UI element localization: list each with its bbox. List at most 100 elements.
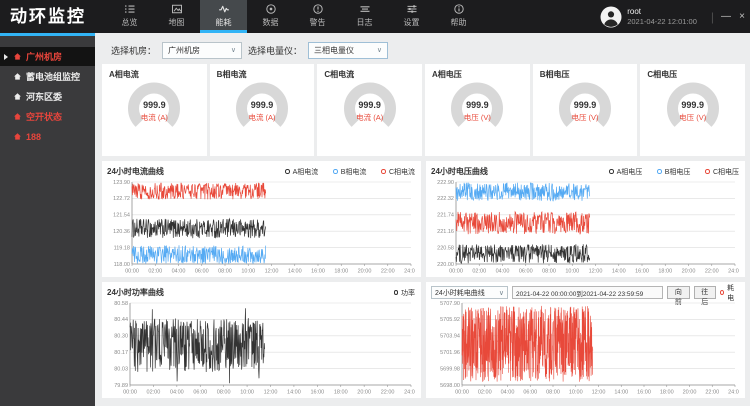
main-content: 选择机房： 广州机房 ∨ 选择电量仪： 三相电量仪 ∨ A相电流999.9电流 … [95,33,750,406]
svg-text:20:00: 20:00 [358,269,372,275]
chart-header: 24小时电流曲线 A相电流 B相电流 C相电流 [107,164,415,179]
gauge-card-4: B相电压999.9电压 (V) [533,64,638,156]
legend-label: A相电流 [293,167,319,177]
nav-tab-energy[interactable]: 能耗 [200,0,247,33]
sidebar-item-room-188[interactable]: 188 [0,127,95,146]
svg-text:118.00: 118.00 [114,262,130,268]
svg-text:24:00: 24:00 [404,390,415,396]
gauge-card-3: A相电压999.9电压 (V) [425,64,530,156]
chart-grid: 24小时电流曲线 A相电流B相电流C相电流 123.90122.72121.54… [102,161,745,398]
user-avatar-icon [600,6,622,28]
date-range-input[interactable] [512,286,663,299]
nav-tab-data[interactable]: 数据 [247,0,294,33]
svg-text:10:00: 10:00 [569,390,583,396]
legend-item[interactable]: B相电压 [657,167,690,177]
svg-text:12:00: 12:00 [265,269,279,275]
gauge-title: A相电流 [109,69,200,80]
legend-ring-icon [657,169,662,174]
gauge-unit: 电流 (A) [232,112,292,123]
svg-text:24:00: 24:00 [404,269,415,275]
legend-item[interactable]: A相电流 [285,167,318,177]
range-prev-button[interactable]: 向前 [667,286,689,299]
svg-text:24:00: 24:00 [728,390,739,396]
svg-text:119.18: 119.18 [114,245,130,251]
svg-text:220.00: 220.00 [437,262,454,268]
meter-select-value: 三相电量仪 [314,45,354,56]
legend-item[interactable]: C相电压 [705,167,739,177]
svg-text:220.58: 220.58 [437,245,454,251]
home-icon [13,92,22,101]
chart-plot: 5707.905705.925703.945701.965699.985698.… [431,300,739,396]
home-icon [13,52,22,61]
chevron-down-icon: ∨ [499,289,504,297]
svg-text:06:00: 06:00 [519,269,533,275]
nav-tab-label: 地图 [169,17,185,28]
user-info[interactable]: root 2021-04-22 12:01:00 [600,0,697,33]
sidebar-item-air-switch-status[interactable]: 空开状态 [0,107,95,126]
svg-text:16:00: 16:00 [310,390,324,396]
minimize-button[interactable]: — [718,0,734,33]
svg-text:08:00: 08:00 [218,269,232,275]
nav-tab-overview[interactable]: 总览 [106,0,153,33]
legend-ring-icon [720,290,724,295]
power-24h-chart-panel: 24小时功率曲线 功率 80.5880.4480.3080.1780.0379.… [102,282,421,398]
consumption-24h-chart-panel: 24小时耗电曲线 ∨ 向前 往后 耗电 5707.905705.925703.9… [426,282,745,398]
nav-tab-label: 总览 [122,17,138,28]
legend-item[interactable]: A相电压 [609,167,642,177]
top-bar: 动环监控 总览地图能耗数据警告日志设置帮助 root 2021-04-22 12… [0,0,750,33]
chart-plot: 80.5880.4480.3080.1780.0379.8900:0002:00… [107,300,415,396]
gauge-row: A相电流999.9电流 (A)B相电流999.9电流 (A)C相电流999.9电… [102,64,745,156]
top-nav: 总览 地图 能耗 数据警告日志设置 帮助 [106,0,482,33]
sidebar-item-label: 广州机房 [26,50,62,63]
room-select[interactable]: 广州机房 ∨ [162,42,242,59]
alert-icon [312,3,324,15]
chart-svg: 123.90122.72121.54120.36119.18118.0000:0… [107,179,415,275]
legend-label: B相电压 [665,167,691,177]
svg-text:00:00: 00:00 [455,390,469,396]
gauge-title: B相电流 [217,69,308,80]
sidebar-item-guangzhou-room[interactable]: 广州机房 [0,47,95,66]
range-next-button[interactable]: 往后 [694,286,716,299]
chart-legend: A相电流 B相电流 C相电流 [285,167,415,177]
gauge-unit: 电压 (V) [555,112,615,123]
svg-text:12:00: 12:00 [264,390,278,396]
consumption-curve-select[interactable]: 24小时耗电曲线 ∨ [431,286,508,299]
svg-text:06:00: 06:00 [193,390,207,396]
gauge-title: A相电压 [432,69,523,80]
gauge: 999.9电流 (A) [124,81,184,137]
legend-item[interactable]: C相电流 [381,167,415,177]
chart-legend: 功率 [394,288,416,298]
nav-tab-map[interactable]: 地图 [153,0,200,33]
chart-svg: 80.5880.4480.3080.1780.0379.8900:0002:00… [107,300,415,396]
nav-tab-label: 能耗 [216,17,232,28]
nav-tab-settings[interactable]: 设置 [388,0,435,33]
meter-select[interactable]: 三相电量仪 ∨ [308,42,388,59]
chart-title: 24小时功率曲线 [107,287,164,298]
svg-text:16:00: 16:00 [637,390,651,396]
svg-text:02:00: 02:00 [478,390,492,396]
legend-ring-icon [609,169,614,174]
sidebar: 广州机房蓄电池组监控河东区委空开状态 188 [0,33,95,406]
data-icon [265,3,277,15]
nav-tab-alert[interactable]: 警告 [294,0,341,33]
chart-header: 24小时功率曲线 功率 [107,285,415,300]
log-icon [359,3,371,15]
nav-tab-label: 设置 [404,17,420,28]
legend-item[interactable]: B相电流 [333,167,366,177]
sidebar-item-label: 188 [26,132,41,142]
gauge-card-5: C相电压999.9电压 (V) [640,64,745,156]
room-select-value: 广州机房 [168,45,200,56]
sidebar-item-battery-group-monitor[interactable]: 蓄电池组监控 [0,67,95,86]
chart-title: 24小时电流曲线 [107,166,164,177]
legend-label: A相电压 [617,167,643,177]
close-button[interactable]: × [734,0,750,33]
svg-text:06:00: 06:00 [195,269,209,275]
legend-ring-icon [381,169,386,174]
gauge-value: 999.9 [124,100,184,110]
gauge-title: C相电压 [647,69,738,80]
nav-tab-help[interactable]: 帮助 [435,0,482,33]
legend-item[interactable]: 功率 [394,288,416,298]
sidebar-item-hedong-district[interactable]: 河东区委 [0,87,95,106]
svg-text:16:00: 16:00 [635,269,649,275]
nav-tab-log[interactable]: 日志 [341,0,388,33]
